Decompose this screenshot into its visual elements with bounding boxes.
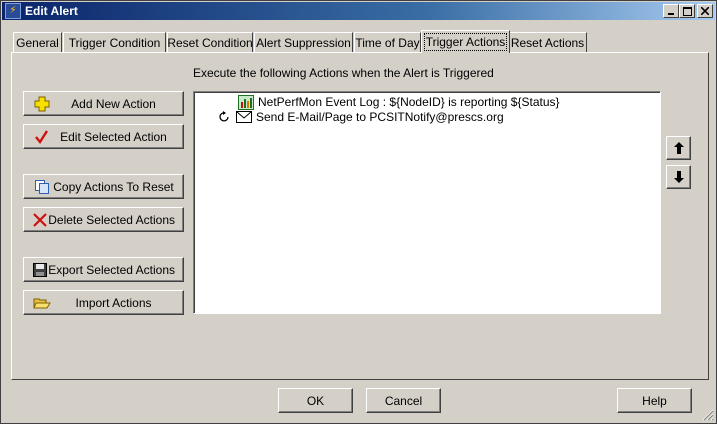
move-down-button[interactable]: [666, 165, 691, 189]
event-log-icon: [238, 94, 254, 110]
add-new-action-button[interactable]: Add New Action: [23, 91, 184, 116]
tab-reset-actions[interactable]: Reset Actions: [508, 32, 587, 52]
tab-label: Trigger Actions: [423, 33, 508, 51]
button-label: Import Actions: [75, 295, 152, 310]
plus-icon: [32, 95, 52, 113]
window-title: Edit Alert: [25, 4, 78, 18]
tab-trigger-actions[interactable]: Trigger Actions: [421, 30, 510, 53]
copy-icon: [32, 178, 52, 196]
delete-x-icon: [32, 211, 48, 229]
action-text: NetPerfMon Event Log : ${NodeID} is repo…: [258, 95, 560, 109]
delete-selected-actions-button[interactable]: Delete Selected Actions: [23, 207, 184, 232]
floppy-disk-icon: [32, 261, 48, 279]
edit-selected-action-button[interactable]: Edit Selected Action: [23, 124, 184, 149]
checkmark-icon: [32, 128, 52, 146]
import-actions-button[interactable]: Import Actions: [23, 290, 184, 315]
tab-label: Time of Day: [355, 35, 420, 50]
close-icon: [701, 7, 709, 15]
maximize-button[interactable]: [679, 4, 695, 18]
list-item[interactable]: NetPerfMon Event Log : ${NodeID} is repo…: [238, 94, 560, 110]
tab-general[interactable]: General: [13, 32, 62, 52]
actions-list[interactable]: NetPerfMon Event Log : ${NodeID} is repo…: [193, 91, 661, 314]
list-item[interactable]: Send E-Mail/Page to PCSITNotify@prescs.o…: [218, 109, 504, 125]
ok-button[interactable]: OK: [278, 388, 353, 413]
minimize-icon: [668, 13, 674, 15]
action-text: Send E-Mail/Page to PCSITNotify@prescs.o…: [256, 110, 504, 124]
tab-label: General: [16, 35, 59, 50]
title-bar[interactable]: ⚡ Edit Alert: [2, 2, 715, 20]
cancel-button[interactable]: Cancel: [366, 388, 441, 413]
resize-grip-icon[interactable]: [702, 409, 714, 421]
button-label: Copy Actions To Reset: [53, 179, 174, 194]
repeat-icon: [218, 111, 232, 123]
tab-label: Trigger Condition: [68, 35, 161, 50]
edit-alert-window: ⚡ Edit Alert General Trigger Condition R…: [0, 0, 717, 424]
arrow-up-icon: [673, 142, 684, 154]
tab-alert-suppression[interactable]: Alert Suppression: [254, 32, 353, 52]
move-up-button[interactable]: [666, 136, 691, 160]
tab-label: Reset Actions: [510, 35, 585, 50]
tab-time-of-day[interactable]: Time of Day: [354, 32, 421, 52]
tab-reset-condition[interactable]: Reset Condition: [167, 32, 253, 52]
open-folder-icon: [32, 294, 52, 312]
envelope-icon: [236, 111, 252, 123]
panel-instruction: Execute the following Actions when the A…: [193, 66, 494, 80]
close-button[interactable]: [697, 4, 713, 18]
app-icon: ⚡: [5, 3, 21, 19]
button-label: Delete Selected Actions: [48, 212, 175, 227]
export-selected-actions-button[interactable]: Export Selected Actions: [23, 257, 184, 282]
maximize-icon: [682, 6, 692, 16]
minimize-button[interactable]: [663, 4, 679, 18]
arrow-down-icon: [673, 171, 684, 183]
button-label: Export Selected Actions: [48, 262, 175, 277]
button-label: Add New Action: [71, 96, 156, 111]
tab-label: Reset Condition: [167, 35, 253, 50]
tab-trigger-condition[interactable]: Trigger Condition: [63, 32, 166, 52]
copy-actions-to-reset-button[interactable]: Copy Actions To Reset: [23, 174, 184, 199]
help-button[interactable]: Help: [617, 388, 692, 413]
tab-label: Alert Suppression: [256, 35, 351, 50]
button-label: Edit Selected Action: [60, 129, 167, 144]
